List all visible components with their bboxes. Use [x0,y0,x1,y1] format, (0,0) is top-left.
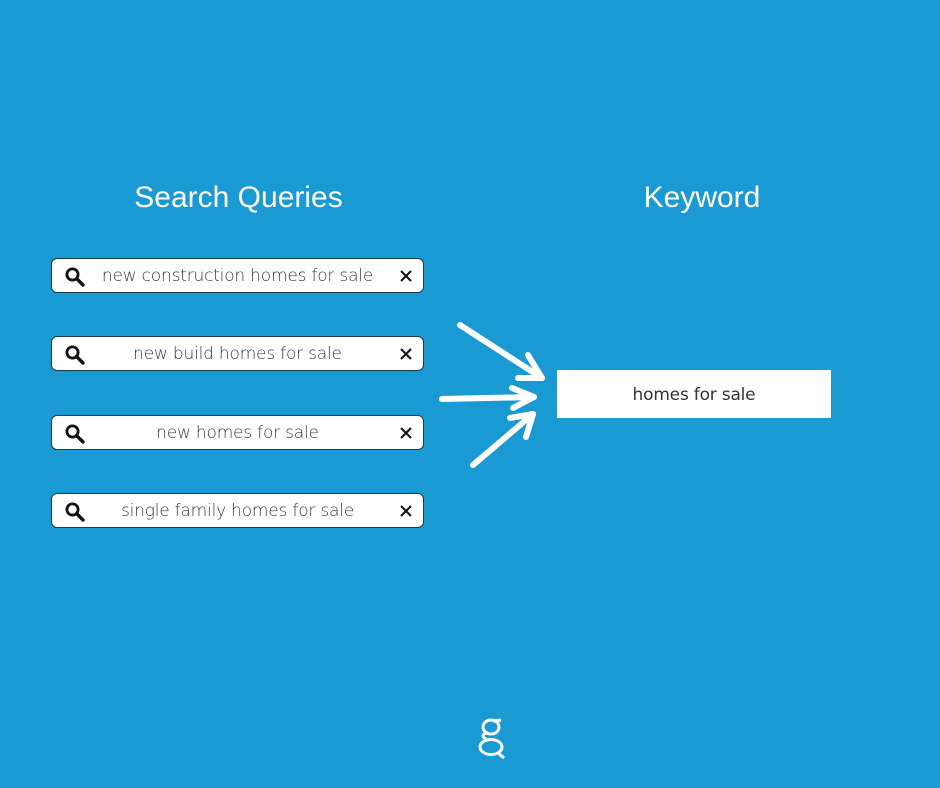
close-icon[interactable] [398,425,414,441]
search-icon [65,502,85,522]
search-icon [65,267,85,287]
arrow-top [457,322,545,381]
arrow-bottom [470,411,536,468]
keyword-heading: Keyword [643,181,761,214]
close-icon[interactable] [398,503,414,519]
search-query-text[interactable]: new construction homes for sale [92,259,383,294]
converging-arrows [439,322,545,468]
search-query-text[interactable]: single family homes for sale [92,494,383,529]
search-query-box[interactable]: single family homes for sale [51,493,424,528]
search-query-text[interactable]: new homes for sale [92,416,383,451]
arrow-middle [439,385,537,411]
keyword-box: homes for sale [557,370,831,418]
search-query-text[interactable]: new build homes for sale [92,337,383,372]
close-icon[interactable] [398,346,414,362]
close-icon[interactable] [398,268,414,284]
search-queries-heading: Search Queries [134,181,343,214]
search-query-box[interactable]: new build homes for sale [51,336,424,371]
search-icon [65,345,85,365]
keyword-text: homes for sale [632,385,756,405]
search-icon [65,424,85,444]
search-query-box[interactable]: new homes for sale [51,415,424,450]
g-logo-icon [478,718,505,760]
search-query-box[interactable]: new construction homes for sale [51,258,424,293]
